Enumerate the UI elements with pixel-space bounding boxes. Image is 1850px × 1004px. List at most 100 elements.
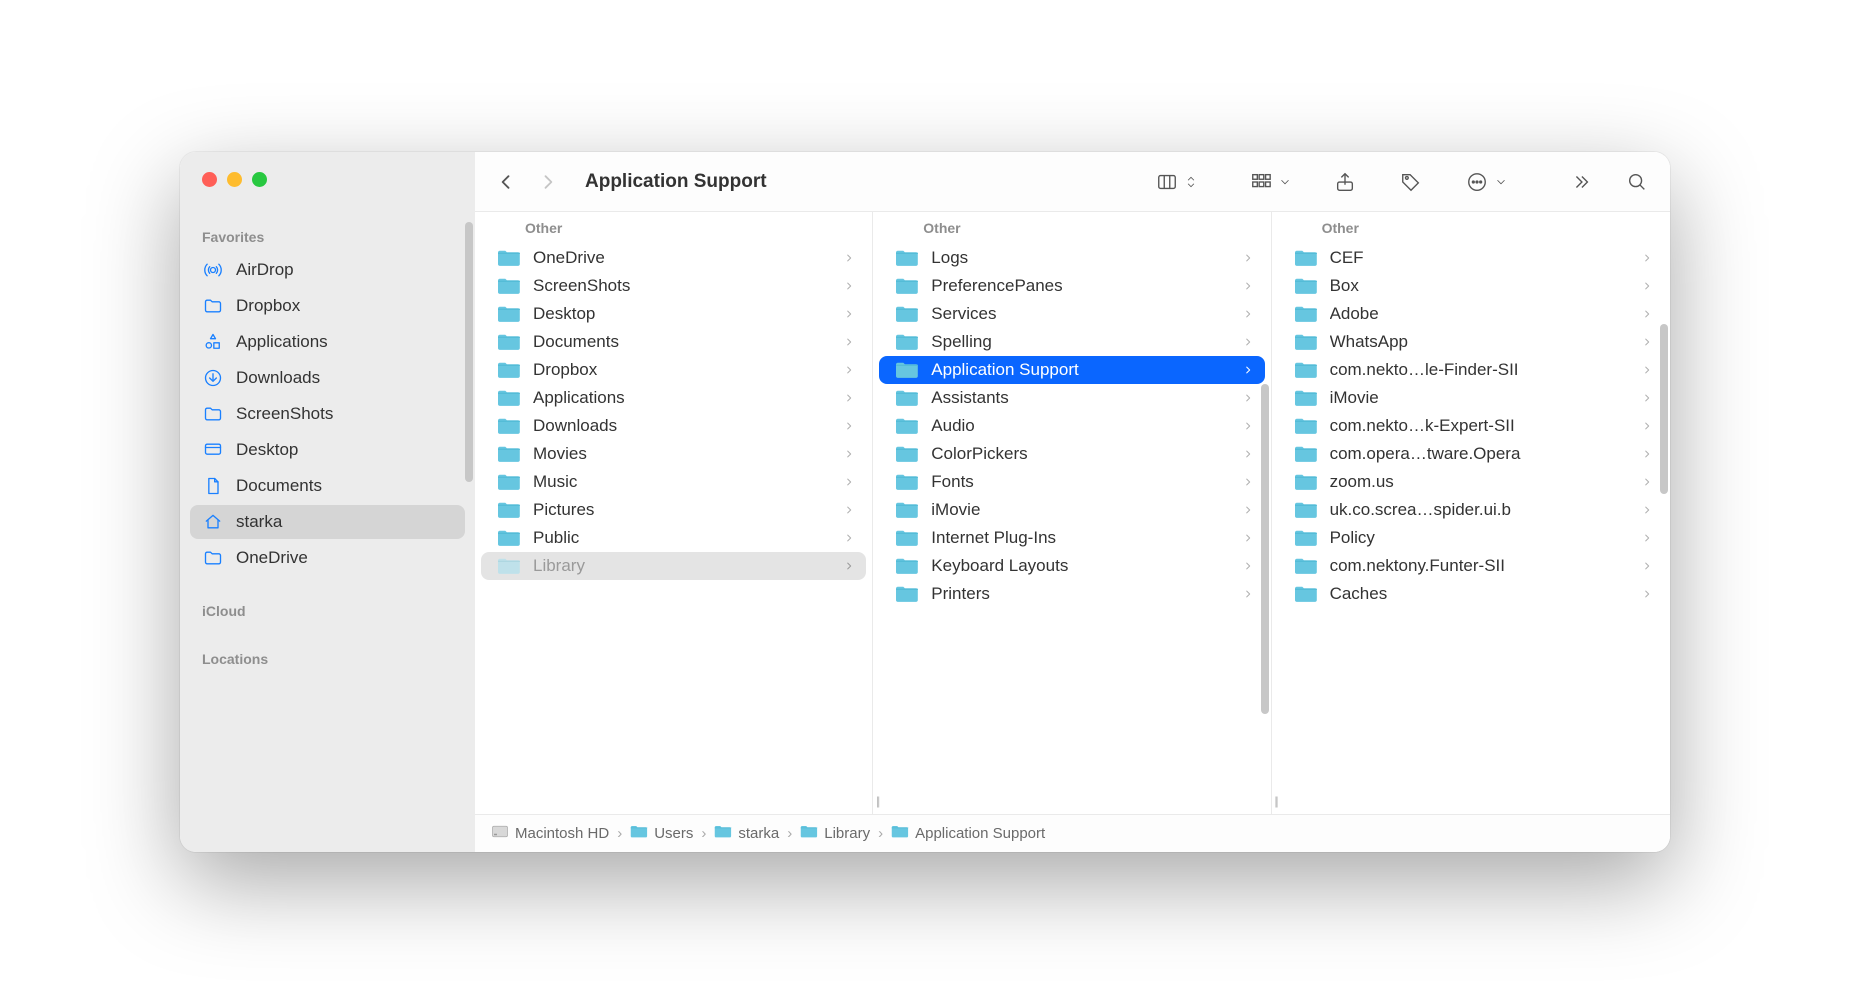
folder-icon — [895, 415, 921, 437]
chevron-right-icon — [1640, 281, 1654, 291]
folder-row[interactable]: Application Support — [879, 356, 1264, 384]
folder-row[interactable]: Documents — [481, 328, 866, 356]
breadcrumb-segment[interactable]: Macintosh HD — [491, 824, 609, 843]
chevron-right-icon — [1640, 505, 1654, 515]
folder-row[interactable]: Keyboard Layouts — [879, 552, 1264, 580]
folder-icon — [714, 824, 732, 843]
sidebar-scrollbar-thumb[interactable] — [465, 222, 473, 482]
folder-label: com.opera…tware.Opera — [1330, 444, 1630, 464]
overflow-button[interactable] — [1568, 169, 1594, 195]
folder-row[interactable]: ColorPickers — [879, 440, 1264, 468]
folder-row[interactable]: Dropbox — [481, 356, 866, 384]
folder-row[interactable]: OneDrive — [481, 244, 866, 272]
sidebar-item-applications[interactable]: Applications — [190, 325, 465, 359]
breadcrumb-label: Library — [824, 825, 870, 842]
folder-row[interactable]: com.nekto…le-Finder-SII — [1278, 356, 1664, 384]
folder-label: OneDrive — [533, 248, 832, 268]
folder-row[interactable]: Printers — [879, 580, 1264, 608]
forward-button[interactable] — [537, 171, 559, 193]
breadcrumb-segment[interactable]: Users — [630, 824, 693, 843]
folder-row[interactable]: Internet Plug-Ins — [879, 524, 1264, 552]
folder-row[interactable]: Adobe — [1278, 300, 1664, 328]
sidebar-item-starka[interactable]: starka — [190, 505, 465, 539]
folder-row[interactable]: Pictures — [481, 496, 866, 524]
folder-row[interactable]: Music — [481, 468, 866, 496]
folder-row[interactable]: Movies — [481, 440, 866, 468]
chevron-right-icon — [1241, 393, 1255, 403]
minimize-button[interactable] — [227, 172, 242, 187]
folder-row[interactable]: Spelling — [879, 328, 1264, 356]
breadcrumb-segment[interactable]: Library — [800, 824, 870, 843]
chevron-right-icon — [842, 365, 856, 375]
search-button[interactable] — [1624, 169, 1650, 195]
folder-row[interactable]: Logs — [879, 244, 1264, 272]
folder-label: Movies — [533, 444, 832, 464]
folder-label: Pictures — [533, 500, 832, 520]
folder-row[interactable]: Caches — [1278, 580, 1664, 608]
view-mode-button[interactable] — [1154, 169, 1198, 195]
folder-row[interactable]: Downloads — [481, 412, 866, 440]
sidebar-item-documents[interactable]: Documents — [190, 469, 465, 503]
folder-row[interactable]: Services — [879, 300, 1264, 328]
folder-row[interactable]: uk.co.screa…spider.ui.b — [1278, 496, 1664, 524]
folder-label: Keyboard Layouts — [931, 556, 1230, 576]
folder-row[interactable]: Desktop — [481, 300, 866, 328]
folder-row[interactable]: CEF — [1278, 244, 1664, 272]
folder-row[interactable]: ScreenShots — [481, 272, 866, 300]
folder-row[interactable]: Public — [481, 524, 866, 552]
folder-row[interactable]: Library — [481, 552, 866, 580]
folder-row[interactable]: Assistants — [879, 384, 1264, 412]
folder-icon — [895, 443, 921, 465]
folder-label: Applications — [533, 388, 832, 408]
sidebar-item-airdrop[interactable]: AirDrop — [190, 253, 465, 287]
folder-icon — [1294, 471, 1320, 493]
column-scrollbar-thumb[interactable] — [1261, 384, 1269, 714]
sidebar-item-dropbox[interactable]: Dropbox — [190, 289, 465, 323]
folder-row[interactable]: iMovie — [1278, 384, 1664, 412]
sidebar-item-desktop[interactable]: Desktop — [190, 433, 465, 467]
folder-row[interactable]: com.opera…tware.Opera — [1278, 440, 1664, 468]
folder-icon — [1294, 275, 1320, 297]
sidebar-item-downloads[interactable]: Downloads — [190, 361, 465, 395]
folder-icon — [630, 824, 648, 843]
folder-icon — [895, 247, 921, 269]
tags-button[interactable] — [1398, 169, 1424, 195]
chevron-right-icon — [1241, 421, 1255, 431]
folder-label: Services — [931, 304, 1230, 324]
folder-row[interactable]: Policy — [1278, 524, 1664, 552]
sidebar-item-screenshots[interactable]: ScreenShots — [190, 397, 465, 431]
chevron-right-icon — [1241, 589, 1255, 599]
column-scrollbar-thumb[interactable] — [1660, 324, 1668, 494]
folder-icon — [1294, 331, 1320, 353]
folder-label: WhatsApp — [1330, 332, 1630, 352]
sidebar-item-onedrive[interactable]: OneDrive — [190, 541, 465, 575]
chevron-right-icon — [842, 477, 856, 487]
share-button[interactable] — [1332, 169, 1358, 195]
column-header: Other — [873, 212, 1270, 244]
folder-row[interactable]: PreferencePanes — [879, 272, 1264, 300]
folder-row[interactable]: Applications — [481, 384, 866, 412]
disk-icon — [491, 824, 509, 843]
home-icon — [202, 511, 224, 533]
fullscreen-button[interactable] — [252, 172, 267, 187]
group-button[interactable] — [1248, 169, 1292, 195]
folder-row[interactable]: WhatsApp — [1278, 328, 1664, 356]
folder-row[interactable]: zoom.us — [1278, 468, 1664, 496]
chevron-right-icon — [1640, 561, 1654, 571]
breadcrumb-segment[interactable]: Application Support — [891, 824, 1045, 843]
back-button[interactable] — [495, 171, 517, 193]
chevron-right-icon — [1640, 365, 1654, 375]
folder-icon — [1294, 583, 1320, 605]
folder-row[interactable]: Box — [1278, 272, 1664, 300]
folder-row[interactable]: com.nektony.Funter-SII — [1278, 552, 1664, 580]
folder-row[interactable]: iMovie — [879, 496, 1264, 524]
folder-row[interactable]: Fonts — [879, 468, 1264, 496]
folder-row[interactable]: com.nekto…k-Expert-SII — [1278, 412, 1664, 440]
more-button[interactable] — [1464, 169, 1508, 195]
close-button[interactable] — [202, 172, 217, 187]
folder-row[interactable]: Audio — [879, 412, 1264, 440]
folder-label: Logs — [931, 248, 1230, 268]
breadcrumb-segment[interactable]: starka — [714, 824, 779, 843]
folder-label: uk.co.screa…spider.ui.b — [1330, 500, 1630, 520]
column-2: Other Logs PreferencePanes Services Spel… — [873, 212, 1271, 814]
